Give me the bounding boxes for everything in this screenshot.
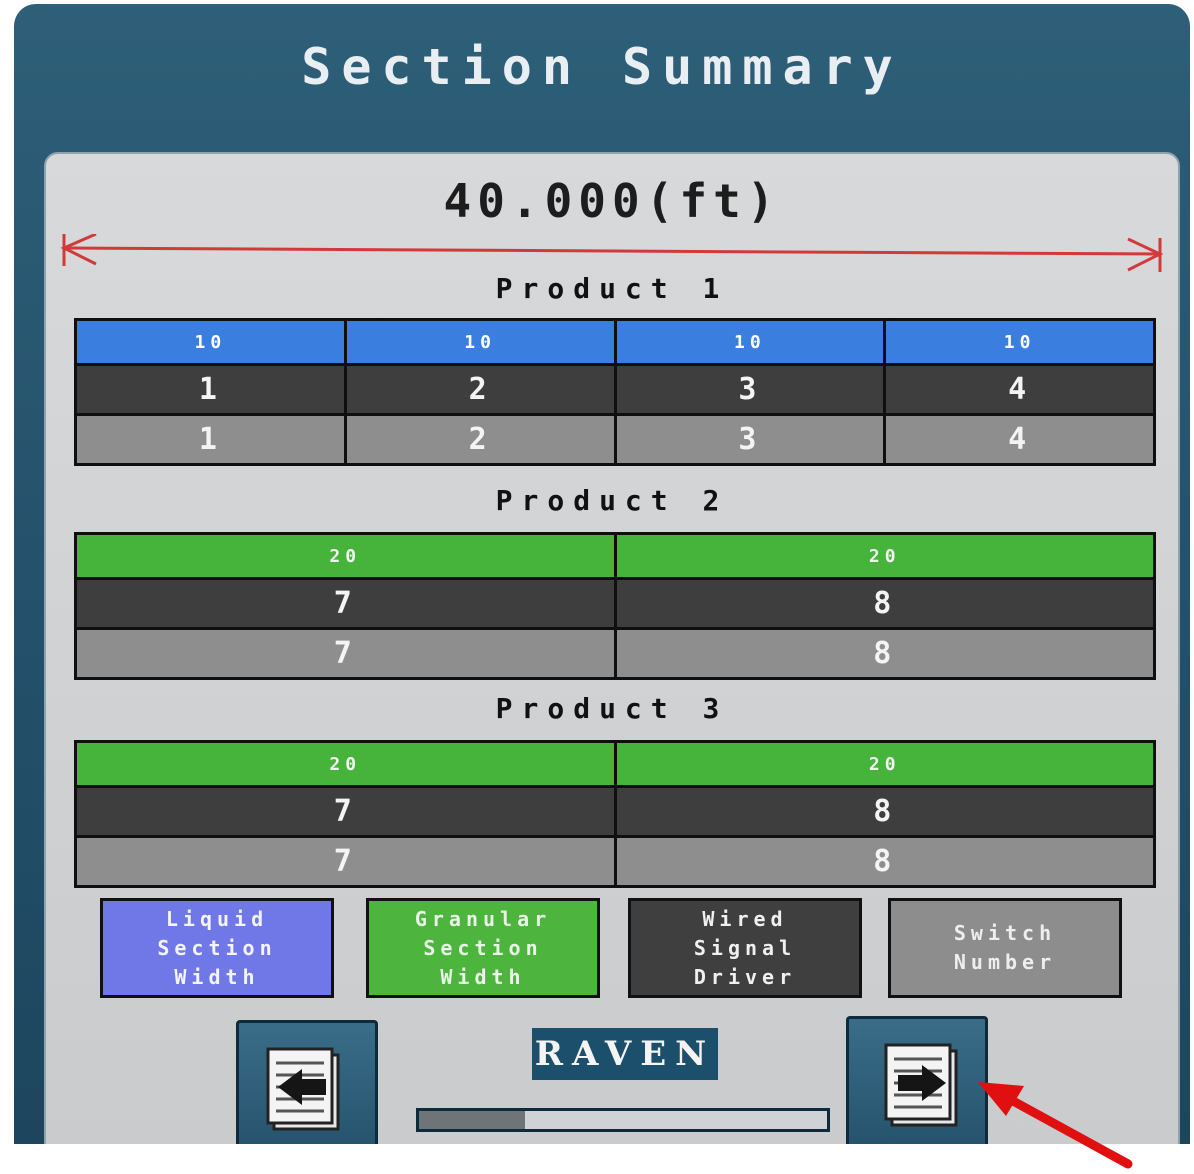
liquid-width-cell[interactable]: 10 xyxy=(346,321,614,363)
liquid-width-cell[interactable]: 10 xyxy=(886,321,1153,363)
page-title: Section Summary xyxy=(301,38,903,96)
total-width-value: 40.000(ft) xyxy=(443,174,781,228)
granular-width-cell[interactable]: 20 xyxy=(77,743,614,785)
switch-number-cell[interactable]: 3 xyxy=(616,416,884,463)
wired-driver-cell[interactable]: 4 xyxy=(886,366,1153,413)
switch-number-cell[interactable]: 7 xyxy=(77,630,614,677)
granular-width-cell[interactable]: 20 xyxy=(616,743,1153,785)
legend-granular-section-width: Granular Section Width xyxy=(366,898,600,998)
legend-switch-number: Switch Number xyxy=(888,898,1122,998)
red-annotation-arrow-icon xyxy=(978,1082,1133,1169)
summary-panel: 40.000(ft) Product 1 10 10 10 10 1 2 3 4… xyxy=(44,152,1180,1144)
legend-wired-signal-driver: Wired Signal Driver xyxy=(628,898,862,998)
wired-driver-cell[interactable]: 7 xyxy=(77,580,614,627)
switch-number-cell[interactable]: 8 xyxy=(616,838,1153,885)
switch-number-cell[interactable]: 1 xyxy=(77,416,344,463)
section-summary-screen: Section Summary 40.000(ft) Product 1 10 … xyxy=(14,4,1190,1144)
granular-width-cell[interactable]: 20 xyxy=(616,535,1153,577)
granular-width-cell[interactable]: 20 xyxy=(77,535,614,577)
product-2-label: Product 2 xyxy=(495,484,729,517)
page-left-arrow-icon xyxy=(266,1047,340,1131)
product-1-label: Product 1 xyxy=(495,272,729,305)
legend-liquid-section-width: Liquid Section Width xyxy=(100,898,334,998)
product-3-grid: 20 20 7 8 7 8 xyxy=(74,740,1156,888)
product-3-label: Product 3 xyxy=(495,692,729,725)
previous-page-button[interactable] xyxy=(236,1020,378,1144)
wired-driver-cell[interactable]: 8 xyxy=(616,580,1153,627)
raven-logo: RAVEN xyxy=(532,1028,718,1080)
liquid-width-cell[interactable]: 10 xyxy=(616,321,884,363)
product-1-grid: 10 10 10 10 1 2 3 4 1 2 3 4 xyxy=(74,318,1156,466)
product-2-grid: 20 20 7 8 7 8 xyxy=(74,532,1156,680)
switch-number-cell[interactable]: 4 xyxy=(886,416,1153,463)
switch-number-cell[interactable]: 7 xyxy=(77,838,614,885)
wired-driver-cell[interactable]: 2 xyxy=(346,366,614,413)
wired-driver-cell[interactable]: 8 xyxy=(616,788,1153,835)
width-dimension-line xyxy=(60,234,1164,272)
progress-bar-fill xyxy=(419,1111,526,1129)
wired-driver-cell[interactable]: 1 xyxy=(77,366,344,413)
wired-driver-cell[interactable]: 3 xyxy=(616,366,884,413)
wired-driver-cell[interactable]: 7 xyxy=(77,788,614,835)
liquid-width-cell[interactable]: 10 xyxy=(77,321,344,363)
progress-bar xyxy=(416,1108,830,1132)
switch-number-cell[interactable]: 2 xyxy=(346,416,614,463)
page-right-arrow-icon xyxy=(884,1043,958,1127)
switch-number-cell[interactable]: 8 xyxy=(616,630,1153,677)
